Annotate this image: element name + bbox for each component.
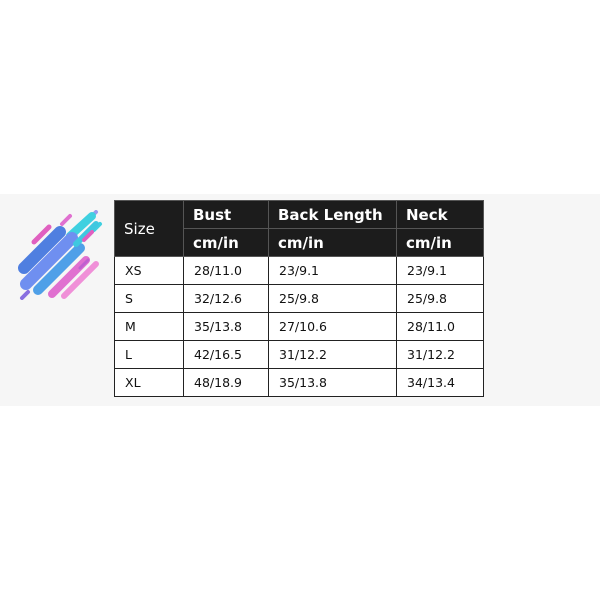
neck-cell: 25/9.8 <box>396 284 484 313</box>
back-length-unit-header: cm/in <box>268 228 397 257</box>
size-cell: XS <box>114 256 184 285</box>
table-row: XS 28/11.0 23/9.1 23/9.1 <box>114 256 484 285</box>
back-length-cell: 27/10.6 <box>268 312 397 341</box>
paint-streaks-icon <box>18 210 102 300</box>
page: Size Bust Back Length Neck cm/in cm/in c… <box>0 0 600 600</box>
size-cell: S <box>114 284 184 313</box>
table-row: XL 48/18.9 35/13.8 34/13.4 <box>114 368 484 397</box>
table-body: XS 28/11.0 23/9.1 23/9.1 S 32/12.6 25/9.… <box>114 256 484 397</box>
bust-unit-header: cm/in <box>183 228 269 257</box>
neck-cell: 31/12.2 <box>396 340 484 369</box>
neck-cell: 23/9.1 <box>396 256 484 285</box>
bust-cell: 48/18.9 <box>183 368 269 397</box>
size-cell: XL <box>114 368 184 397</box>
back-length-cell: 35/13.8 <box>268 368 397 397</box>
neck-cell: 28/11.0 <box>396 312 484 341</box>
neck-cell: 34/13.4 <box>396 368 484 397</box>
bust-cell: 28/11.0 <box>183 256 269 285</box>
size-cell: L <box>114 340 184 369</box>
table-header: Size Bust Back Length Neck cm/in cm/in c… <box>114 200 484 257</box>
table-row: M 35/13.8 27/10.6 28/11.0 <box>114 312 484 341</box>
back-length-cell: 31/12.2 <box>268 340 397 369</box>
back-length-cell: 25/9.8 <box>268 284 397 313</box>
back-length-cell: 23/9.1 <box>268 256 397 285</box>
bust-cell: 42/16.5 <box>183 340 269 369</box>
size-cell: M <box>114 312 184 341</box>
size-chart-table: Size Bust Back Length Neck cm/in cm/in c… <box>114 200 484 397</box>
neck-column-header: Neck <box>396 200 484 229</box>
table-row: L 42/16.5 31/12.2 31/12.2 <box>114 340 484 369</box>
bust-column-header: Bust <box>183 200 269 229</box>
size-column-header: Size <box>114 200 184 257</box>
back-length-column-header: Back Length <box>268 200 397 229</box>
neck-unit-header: cm/in <box>396 228 484 257</box>
table-row: S 32/12.6 25/9.8 25/9.8 <box>114 284 484 313</box>
bust-cell: 35/13.8 <box>183 312 269 341</box>
bust-cell: 32/12.6 <box>183 284 269 313</box>
header-row-labels: Size Bust Back Length Neck <box>114 200 484 257</box>
